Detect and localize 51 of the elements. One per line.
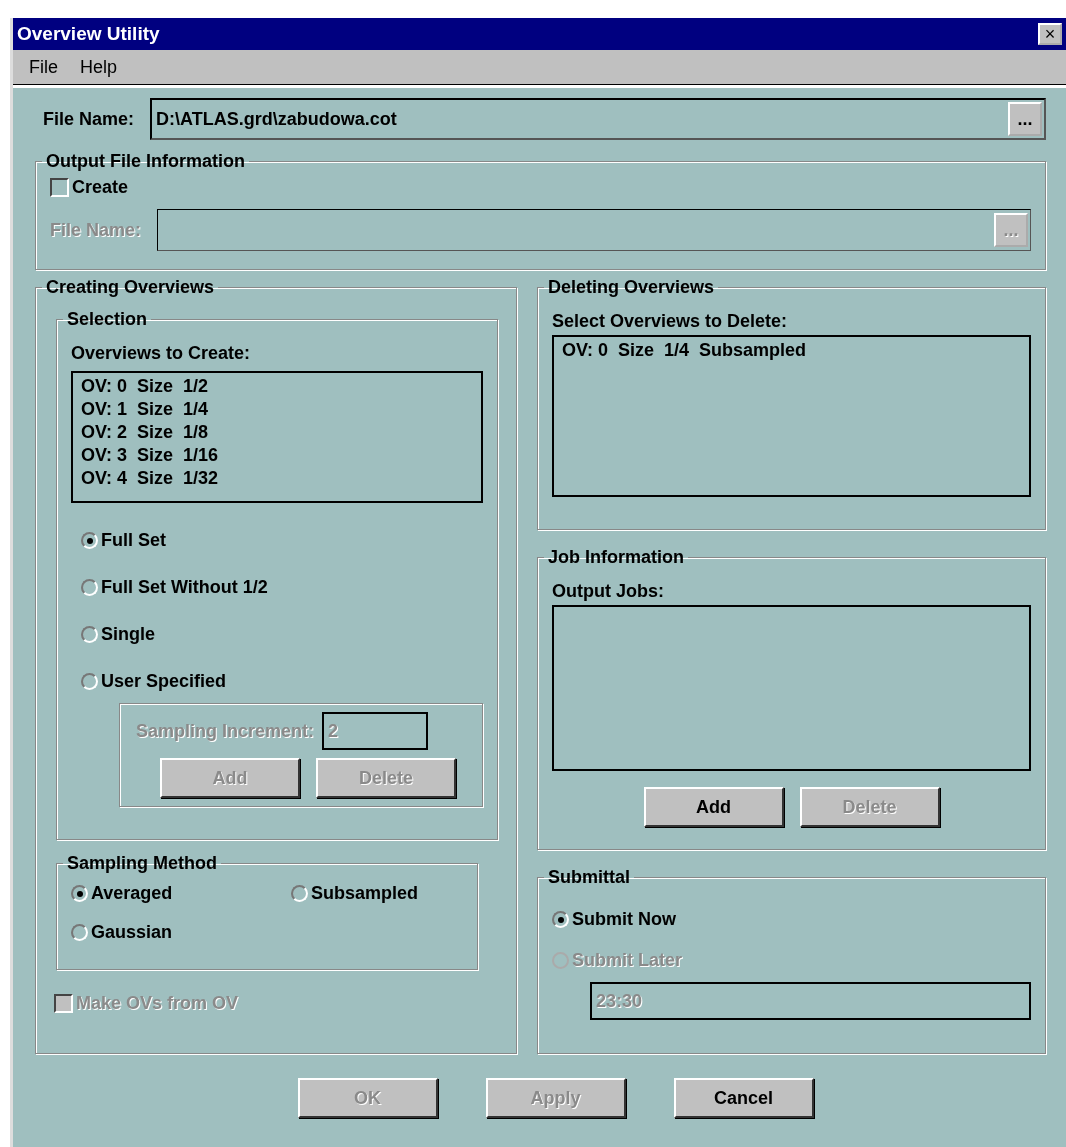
file-name-field[interactable]: D:\ATLAS.grd\zabudowa.cot ...	[150, 98, 1046, 140]
list-box[interactable]: OV: 0 Size 1/4 Subsampled	[552, 335, 1031, 497]
radio-button[interactable]	[552, 911, 569, 928]
window-title: Overview Utility	[17, 21, 160, 46]
close-button[interactable]: ×	[1038, 23, 1062, 45]
radio-button[interactable]	[81, 673, 98, 690]
field-value: 23:30	[596, 989, 643, 1013]
list-label: Overviews to Create:	[71, 342, 252, 365]
field-label: File Name:	[42, 107, 135, 131]
group-title: Sampling Method	[67, 853, 217, 873]
radio-button[interactable]	[71, 924, 88, 941]
list-label: Select Overviews to Delete:	[552, 310, 789, 333]
menu-item[interactable]: File	[29, 54, 58, 81]
option-label[interactable]: User Specified	[101, 668, 227, 695]
radio-button[interactable]	[81, 626, 98, 643]
radio-button[interactable]	[81, 579, 98, 596]
option-label[interactable]: Gaussian	[91, 919, 173, 946]
checkbox[interactable]	[50, 178, 69, 197]
list-item[interactable]: OV: 3 Size 1/16	[81, 444, 473, 467]
option-label[interactable]: Submit Now	[572, 906, 676, 933]
option-label[interactable]: Single	[101, 621, 155, 648]
radio-button[interactable]	[291, 885, 308, 902]
radio-button[interactable]	[71, 885, 88, 902]
field-value: 2	[328, 719, 339, 743]
group-title: Output File Information	[46, 151, 245, 171]
field-label: File Name:	[50, 218, 142, 242]
create-label[interactable]: Create	[72, 174, 129, 201]
field-value: D:\ATLAS.grd\zabudowa.cot	[156, 107, 397, 131]
list-box[interactable]: OV: 0 Size 1/2 OV: 1 Size 1/4 OV: 2 Size 1/8 OV: 3 Size 1/16 OV: 4 Size 1/32	[71, 371, 483, 503]
list-item[interactable]: OV: 0 Size 1/2	[81, 375, 473, 398]
list-item[interactable]: OV: 0 Size 1/4 Subsampled	[562, 339, 1021, 362]
option-label[interactable]: Averaged	[91, 880, 173, 907]
list-item[interactable]: OV: 4 Size 1/32	[81, 467, 473, 490]
option-label[interactable]: Full Set	[101, 527, 166, 554]
group-title: Creating Overviews	[46, 277, 215, 297]
group-title: Job Information	[548, 547, 684, 567]
list-item[interactable]: OV: 1 Size 1/4	[81, 398, 473, 421]
option-label[interactable]: Subsampled	[311, 880, 419, 907]
radio-button[interactable]	[81, 532, 98, 549]
list-label: Output Jobs:	[552, 580, 665, 603]
field-label: Sampling Increment:	[136, 719, 315, 743]
button[interactable]: Cancel	[673, 1078, 814, 1118]
browse-button[interactable]: ...	[1008, 102, 1042, 136]
group-title: Deleting Overviews	[548, 277, 715, 297]
list-item[interactable]: OV: 2 Size 1/8	[81, 421, 473, 444]
menu-item[interactable]: Help	[80, 54, 118, 81]
list-box[interactable]	[552, 605, 1031, 771]
group-title: Submittal	[548, 867, 630, 887]
option-label[interactable]: Full Set Without 1/2	[101, 574, 268, 601]
group-title: Selection	[67, 309, 148, 329]
button[interactable]: Add	[643, 787, 784, 827]
